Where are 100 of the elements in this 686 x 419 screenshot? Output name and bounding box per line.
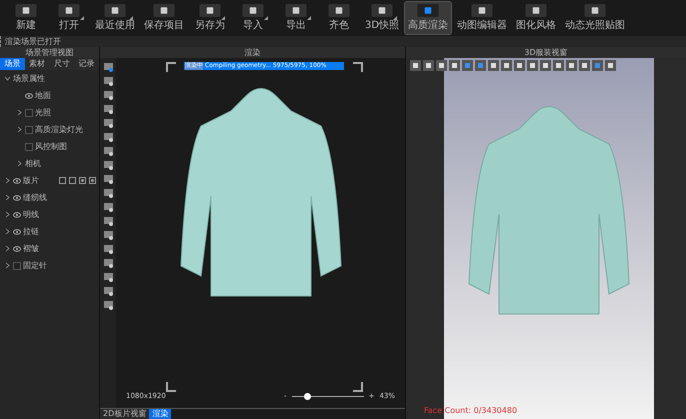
tree-item[interactable]: 版片 xyxy=(23,175,39,186)
toolbar-button[interactable]: 最近使用 xyxy=(92,2,138,34)
tree-item[interactable]: 缝纫线 xyxy=(23,192,47,203)
panel-tab[interactable]: 场景 xyxy=(0,58,25,70)
tree-item[interactable]: 高质渲染灯光 xyxy=(35,124,83,135)
chevron-icon[interactable] xyxy=(17,127,22,132)
eye-icon[interactable] xyxy=(13,178,21,184)
tool-icon xyxy=(240,4,266,17)
frame-corner-icon xyxy=(353,382,363,392)
face-count-text: Face Count: 0/3430480 xyxy=(424,406,518,417)
tool-icon[interactable] xyxy=(527,60,538,71)
tool-icon[interactable] xyxy=(102,188,114,199)
tree-item[interactable]: 风控制图 xyxy=(35,141,67,152)
tool-icon[interactable] xyxy=(449,60,460,71)
view-tab[interactable]: 2D板片视窗 xyxy=(100,409,150,419)
tool-icon[interactable] xyxy=(102,118,114,129)
tool-icon[interactable] xyxy=(540,60,551,71)
tool-icon xyxy=(197,4,223,17)
tool-icon[interactable] xyxy=(501,60,512,71)
chevron-icon[interactable] xyxy=(5,229,10,234)
slider-thumb[interactable] xyxy=(304,392,312,400)
toolbar-button[interactable]: 保存项目 xyxy=(141,2,187,34)
tool-icon[interactable] xyxy=(436,60,447,71)
tree-item[interactable]: 明线 xyxy=(23,209,39,220)
tool-icon[interactable] xyxy=(102,62,114,73)
tree-item[interactable]: 光照 xyxy=(35,107,51,118)
tree-item[interactable]: 固定针 xyxy=(23,260,47,271)
tool-icon xyxy=(582,4,608,17)
toolbar-button[interactable]: 新建 xyxy=(6,2,46,34)
tool-icon[interactable] xyxy=(566,60,577,71)
tool-icon[interactable] xyxy=(102,272,114,283)
chevron-icon[interactable] xyxy=(17,110,22,115)
tool-icon[interactable] xyxy=(102,132,114,143)
toolbar-button[interactable]: 另存为 xyxy=(190,2,230,34)
tool-icon[interactable] xyxy=(102,202,114,213)
eye-icon[interactable] xyxy=(13,246,21,252)
panel-tab[interactable]: 记录 xyxy=(74,58,99,70)
tool-icon xyxy=(523,4,550,17)
chevron-icon[interactable] xyxy=(5,195,10,200)
tree-item[interactable]: 褶皱 xyxy=(23,243,39,254)
tool-icon xyxy=(369,4,396,17)
tool-icon[interactable] xyxy=(102,76,114,87)
frame-corner-icon xyxy=(353,62,363,72)
eye-icon[interactable] xyxy=(13,228,21,234)
panel-title: 渲染 xyxy=(100,47,405,58)
tool-icon[interactable] xyxy=(102,90,114,101)
tool-icon[interactable] xyxy=(102,230,114,241)
checkbox[interactable] xyxy=(13,262,21,270)
tool-icon[interactable] xyxy=(102,160,114,171)
tool-icon[interactable] xyxy=(102,216,114,227)
chevron-icon[interactable] xyxy=(17,161,22,166)
tool-icon xyxy=(469,4,496,17)
tool-icon[interactable] xyxy=(553,60,564,71)
checkbox[interactable] xyxy=(25,126,33,134)
chevron-icon[interactable] xyxy=(5,178,10,183)
toolbar-button[interactable]: 齐色 xyxy=(319,2,359,34)
eye-icon[interactable] xyxy=(13,212,21,218)
tree-item[interactable]: 场景属性 xyxy=(13,73,45,84)
eye-icon[interactable] xyxy=(25,92,33,98)
tool-icon[interactable] xyxy=(79,177,86,184)
tool-icon[interactable] xyxy=(102,258,114,269)
tree-item[interactable]: 拉链 xyxy=(23,226,39,237)
chevron-icon[interactable] xyxy=(5,76,10,81)
tool-icon[interactable] xyxy=(102,300,114,311)
tool-icon[interactable] xyxy=(102,286,114,297)
checkbox[interactable] xyxy=(25,108,33,116)
tool-icon[interactable] xyxy=(410,60,421,71)
tool-icon xyxy=(415,4,442,17)
tool-icon xyxy=(283,4,309,17)
tool-icon[interactable] xyxy=(102,146,114,157)
tool-icon[interactable] xyxy=(89,177,96,184)
toolbar-button[interactable]: 图化风格 xyxy=(513,2,560,34)
toolbar-button[interactable]: 打开 xyxy=(49,2,89,34)
toolbar-button[interactable]: 动图编辑器 xyxy=(454,2,510,34)
tool-icon[interactable] xyxy=(102,104,114,115)
tool-icon[interactable] xyxy=(423,60,434,71)
tree-item[interactable]: 相机 xyxy=(25,158,41,169)
tool-icon[interactable] xyxy=(579,60,590,71)
toolbar-button[interactable]: 导出 xyxy=(276,2,316,34)
eye-icon[interactable] xyxy=(13,194,21,200)
toolbar-button[interactable]: 动态光照贴图 xyxy=(562,2,628,34)
frame-corner-icon xyxy=(166,382,176,392)
chevron-icon[interactable] xyxy=(5,263,10,268)
panel-title: 场景管理视图 xyxy=(0,47,99,58)
tool-icon[interactable] xyxy=(102,244,114,255)
toolbar-button[interactable]: 导入 xyxy=(233,2,273,34)
view-tab[interactable]: 渲染 xyxy=(149,409,172,419)
tool-icon[interactable] xyxy=(514,60,525,71)
toolbar-button[interactable]: 3D快照 xyxy=(362,2,402,34)
tree-item[interactable]: 地面 xyxy=(35,90,51,101)
tool-icon[interactable] xyxy=(102,174,114,185)
chevron-icon[interactable] xyxy=(5,246,10,251)
tool-icon xyxy=(102,4,128,17)
tool-icon[interactable] xyxy=(605,60,616,71)
panel-tab[interactable]: 尺寸 xyxy=(50,58,74,70)
chevron-icon[interactable] xyxy=(5,212,10,217)
checkbox[interactable] xyxy=(25,142,33,150)
panel-tab[interactable]: 素材 xyxy=(24,58,50,70)
toolbar-button[interactable]: 高质渲染 xyxy=(405,2,452,34)
tool-icon[interactable] xyxy=(488,60,499,71)
